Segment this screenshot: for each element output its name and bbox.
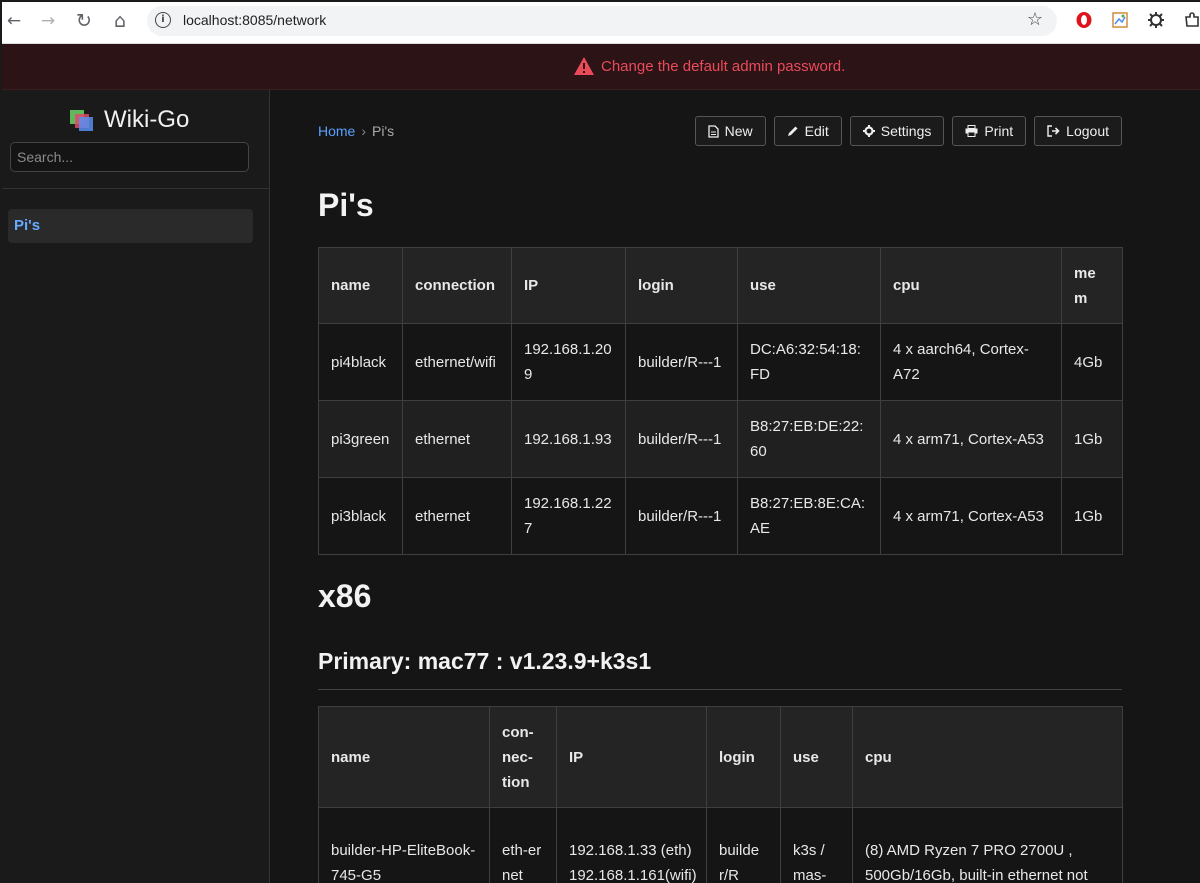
breadcrumb: Home › Pi's: [318, 123, 394, 139]
table-cell: B8:27:EB:8E:CA:AE: [737, 477, 881, 555]
new-button-label: New: [724, 123, 753, 139]
pi-table: name connection IP login use cpu me m pi…: [318, 247, 1123, 555]
table-cell: builder/R: [706, 807, 781, 883]
table-cell: eth-ernet: [489, 807, 557, 883]
printer-icon: [965, 125, 978, 137]
puzzle-extension-icon[interactable]: [1147, 11, 1165, 29]
site-info-icon[interactable]: i: [155, 12, 171, 28]
section-heading: x86: [318, 578, 372, 614]
table-cell: 1Gb: [1061, 400, 1123, 478]
browser-toolbar: ← → ↻ ⌂ i localhost:8085/network ☆: [2, 2, 1200, 44]
address-bar[interactable]: i localhost:8085/network ☆: [147, 6, 1057, 36]
logout-button[interactable]: Logout: [1034, 116, 1122, 146]
warning-triangle-icon: [574, 57, 594, 75]
table-row: builder-HP-EliteBook-745-G5 eth-ernet 19…: [318, 807, 1123, 883]
document-icon: [707, 124, 719, 138]
table-cell: 4 x arm71, Cortex-A53: [880, 400, 1062, 478]
table-row: pi3black ethernet 192.168.1.227 builder/…: [318, 477, 1123, 555]
table-cell: (8) AMD Ryzen 7 PRO 2700U , 500Gb/16Gb, …: [852, 807, 1123, 883]
print-button-label: Print: [984, 123, 1014, 139]
new-button[interactable]: New: [694, 116, 766, 146]
search-input[interactable]: [10, 142, 249, 172]
heading-divider: [318, 689, 1122, 690]
table-cell: 4 x arm71, Cortex-A53: [880, 477, 1062, 555]
column-header: cpu: [852, 706, 1123, 808]
table-cell: builder/R---1: [625, 477, 738, 555]
table-cell: pi3green: [318, 400, 403, 478]
home-icon[interactable]: ⌂: [108, 11, 132, 31]
settings-button[interactable]: Settings: [849, 116, 945, 146]
table-cell: builder/R---1: [625, 400, 738, 478]
table-header-row: name con- nec- tion IP login use cpu: [318, 706, 1123, 808]
brand-name: Wiki-Go: [104, 106, 190, 133]
table-cell: pi3black: [318, 477, 403, 555]
page-toolbar: New Edit Settings Print Logout: [694, 116, 1122, 146]
reload-icon[interactable]: ↻: [72, 11, 96, 31]
opera-extension-icon[interactable]: [1075, 11, 1093, 29]
column-header: use: [780, 706, 853, 808]
column-header: login: [706, 706, 781, 808]
main-content: Home › Pi's New Edit Settings Print Logout…: [270, 90, 1200, 883]
breadcrumb-current: Pi's: [372, 123, 395, 139]
table-row: pi4black ethernet/wifi 192.168.1.209 bui…: [318, 323, 1123, 401]
table-cell: ethernet: [402, 477, 512, 555]
column-header: IP: [556, 706, 707, 808]
table-cell: 4 x aarch64, Cortex-A72: [880, 323, 1062, 401]
forward-arrow-icon[interactable]: →: [36, 11, 60, 31]
column-header: use: [737, 247, 881, 324]
column-header: con- nec- tion: [489, 706, 557, 808]
table-cell: builder-HP-EliteBook-745-G5: [318, 807, 490, 883]
pencil-icon: [787, 126, 798, 136]
column-header: connection: [402, 247, 512, 324]
table-cell: 192.168.1.209: [511, 323, 626, 401]
back-arrow-icon[interactable]: ←: [2, 11, 26, 31]
column-header: name: [318, 706, 490, 808]
table-cell: k3s / mas-: [780, 807, 853, 883]
settings-button-label: Settings: [880, 123, 932, 139]
table-cell: ethernet: [402, 400, 512, 478]
table-cell: ethernet/wifi: [402, 323, 512, 401]
sidebar-item-pis[interactable]: Pi's: [8, 209, 253, 243]
sidebar-item-label: Pi's: [14, 217, 41, 234]
sign-out-icon: [1047, 125, 1060, 137]
column-header: name: [318, 247, 403, 324]
bookmark-star-icon[interactable]: ☆: [1027, 9, 1043, 30]
alert-message: Change the default admin password.: [601, 57, 846, 75]
subsection-heading: Primary: mac77 : v1.23.9+k3s1: [318, 648, 652, 674]
table-cell: 4Gb: [1061, 323, 1123, 401]
logout-button-label: Logout: [1066, 123, 1109, 139]
table-cell: DC:A6:32:54:18:FD: [737, 323, 881, 401]
table-cell: 1Gb: [1061, 477, 1123, 555]
table-cell: 192.168.1.93: [511, 400, 626, 478]
column-header: cpu: [880, 247, 1062, 324]
print-button[interactable]: Print: [952, 116, 1027, 146]
table-header-row: name connection IP login use cpu me m: [318, 247, 1123, 324]
sidebar: Wiki-Go Pi's: [2, 90, 270, 883]
table-cell: pi4black: [318, 323, 403, 401]
column-header: login: [625, 247, 738, 324]
table-cell: B8:27:EB:DE:22:60: [737, 400, 881, 478]
url-text[interactable]: localhost:8085/network: [183, 12, 326, 28]
table-cell: builder/R---1: [625, 323, 738, 401]
image-extension-icon[interactable]: [1111, 11, 1129, 29]
table-cell: 192.168.1.227: [511, 477, 626, 555]
column-header: me m: [1061, 247, 1123, 324]
extensions-puzzle-icon[interactable]: [1183, 11, 1200, 29]
gear-icon: [862, 125, 875, 137]
wiki-go-logo-icon: [70, 110, 93, 131]
page-title: Pi's: [318, 187, 374, 223]
brand[interactable]: Wiki-Go: [68, 106, 189, 134]
breadcrumb-home-link[interactable]: Home: [318, 123, 355, 139]
edit-button[interactable]: Edit: [773, 116, 842, 146]
sidebar-divider: [2, 188, 269, 189]
edit-button-label: Edit: [804, 123, 829, 139]
x86-table: name con- nec- tion IP login use cpu bui…: [318, 706, 1123, 883]
table-row: pi3green ethernet 192.168.1.93 builder/R…: [318, 400, 1123, 478]
column-header: IP: [511, 247, 626, 324]
breadcrumb-separator: ›: [361, 123, 367, 139]
admin-password-alert: Change the default admin password.: [2, 44, 1200, 90]
table-cell: 192.168.1.33 (eth) 192.168.1.161(wifi): [556, 807, 707, 883]
